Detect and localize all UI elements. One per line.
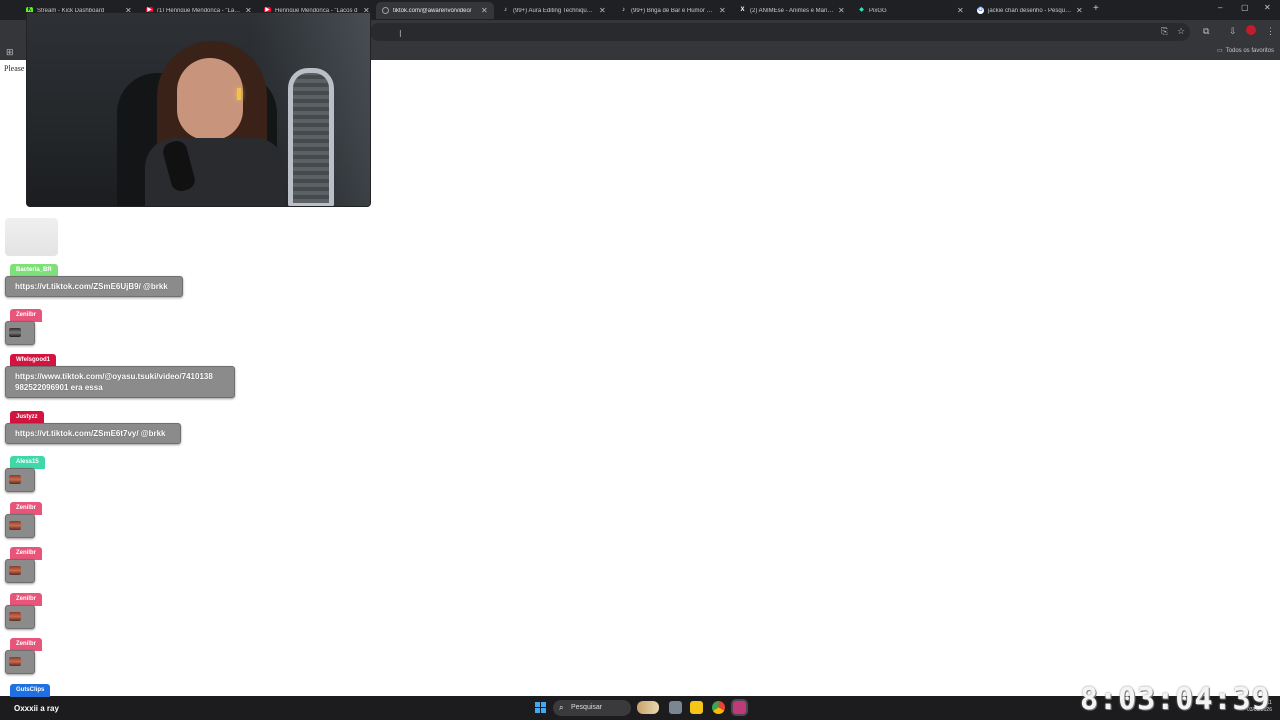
tab-google-search[interactable]: G jackie chan desenho - Pesquisa ✕ [971, 2, 1089, 19]
close-icon[interactable]: ✕ [599, 6, 606, 15]
chat-username: GutsClips [10, 684, 51, 697]
close-icon[interactable]: ✕ [719, 6, 726, 15]
folder-icon: ▭ [1216, 48, 1223, 54]
emote-icon [9, 521, 21, 530]
chat-message-text: https://www.tiktok.com/@oyasu.tsuki/vide… [5, 366, 235, 398]
tab-tiktok-active[interactable]: tiktok.com/@awarenvo/video/ ✕ [376, 2, 494, 19]
tab-title: jackie chan desenho - Pesquisa [988, 7, 1072, 14]
shelf-light [237, 88, 241, 100]
background-chair [288, 68, 334, 206]
tab-tiktok-briga[interactable]: ♪ (99+) Briga de Bar e Humor com ✕ [614, 2, 732, 19]
all-bookmarks-button[interactable]: ▭ Todos os favoritos [1216, 47, 1274, 55]
close-icon[interactable]: ✕ [481, 6, 488, 15]
emote-icon [9, 657, 21, 666]
chat-message-text: Oxxxii a ray [14, 704, 59, 713]
menu-icon[interactable]: ⋮ [1266, 26, 1275, 36]
emote-icon [9, 475, 21, 484]
emote-icon [9, 328, 21, 337]
extensions-icon[interactable]: ⧉ [1203, 26, 1209, 36]
chat-message-text: https://vt.tiktok.com/ZSmE6t7vy/ @brkk [5, 423, 181, 444]
maximize-button[interactable]: ▢ [1241, 3, 1249, 12]
webcam-overlay [26, 12, 371, 207]
emote-icon [9, 612, 21, 621]
x-icon: X [740, 7, 745, 13]
widgets-icon[interactable] [637, 701, 659, 714]
taskbar-search[interactable]: ⌕ Pesquisar [553, 700, 631, 716]
page-text: Please [4, 64, 25, 73]
tab-pixgg[interactable]: ◆ PixGG ✕ [852, 2, 970, 19]
all-bookmarks-label: Todos os favoritos [1225, 47, 1274, 54]
fading-chat-message [5, 218, 58, 256]
discord-icon[interactable] [733, 701, 746, 714]
pixgg-icon: ◆ [859, 7, 864, 13]
tab-title: tiktok.com/@awarenvo/video/ [393, 7, 472, 14]
minimize-button[interactable]: – [1218, 3, 1222, 12]
close-icon[interactable]: ✕ [838, 6, 845, 15]
address-bar[interactable] [370, 23, 1190, 41]
tab-tiktok-aura[interactable]: ♪ (99+) Aura Editing Techniques ! ✕ [496, 2, 612, 19]
tiktok-icon: ♪ [504, 7, 507, 13]
star-icon[interactable]: ☆ [1177, 26, 1185, 36]
tab-title: (99+) Aura Editing Techniques ! [513, 7, 595, 14]
profile-avatar[interactable] [1246, 25, 1256, 35]
google-icon: G [977, 7, 984, 14]
tab-x-animese[interactable]: X (2) ANIMEse - Animes e Mangá ✕ [733, 2, 851, 19]
file-explorer-icon[interactable] [690, 701, 703, 714]
close-icon[interactable]: ✕ [1076, 6, 1083, 15]
stream-timer: 8:03:04:39 [1080, 682, 1271, 717]
tab-title: (99+) Briga de Bar e Humor com [631, 7, 715, 14]
new-tab-button[interactable]: + [1093, 3, 1099, 14]
chat-message-line: https://www.tiktok.com/@oyasu.tsuki/vide… [15, 372, 213, 381]
text-cursor-icon: I [399, 29, 402, 40]
streamer-face [177, 58, 243, 140]
tab-title: PixGG [869, 7, 887, 14]
tab-title: (2) ANIMEse - Animes e Mangá [750, 7, 834, 14]
emote-icon [9, 566, 21, 575]
download-icon[interactable]: ⇩ [1229, 26, 1237, 36]
close-window-button[interactable]: ✕ [1264, 3, 1271, 12]
translate-icon[interactable]: ⎘ [1161, 26, 1168, 36]
chat-message-line: 982522096901 era essa [15, 383, 103, 392]
apps-icon[interactable]: ⊞ [6, 47, 14, 57]
close-icon[interactable]: ✕ [957, 6, 964, 15]
chat-message-text: https://vt.tiktok.com/ZSmE6UjB9/ @brkk [5, 276, 183, 297]
search-placeholder: Pesquisar [571, 704, 603, 711]
search-icon: ⌕ [559, 703, 564, 712]
chrome-icon[interactable] [712, 701, 725, 714]
tiktok-icon: ♪ [622, 7, 625, 13]
windows-start-icon[interactable] [535, 702, 546, 713]
loading-icon [382, 7, 389, 14]
task-view-icon[interactable] [669, 701, 682, 714]
